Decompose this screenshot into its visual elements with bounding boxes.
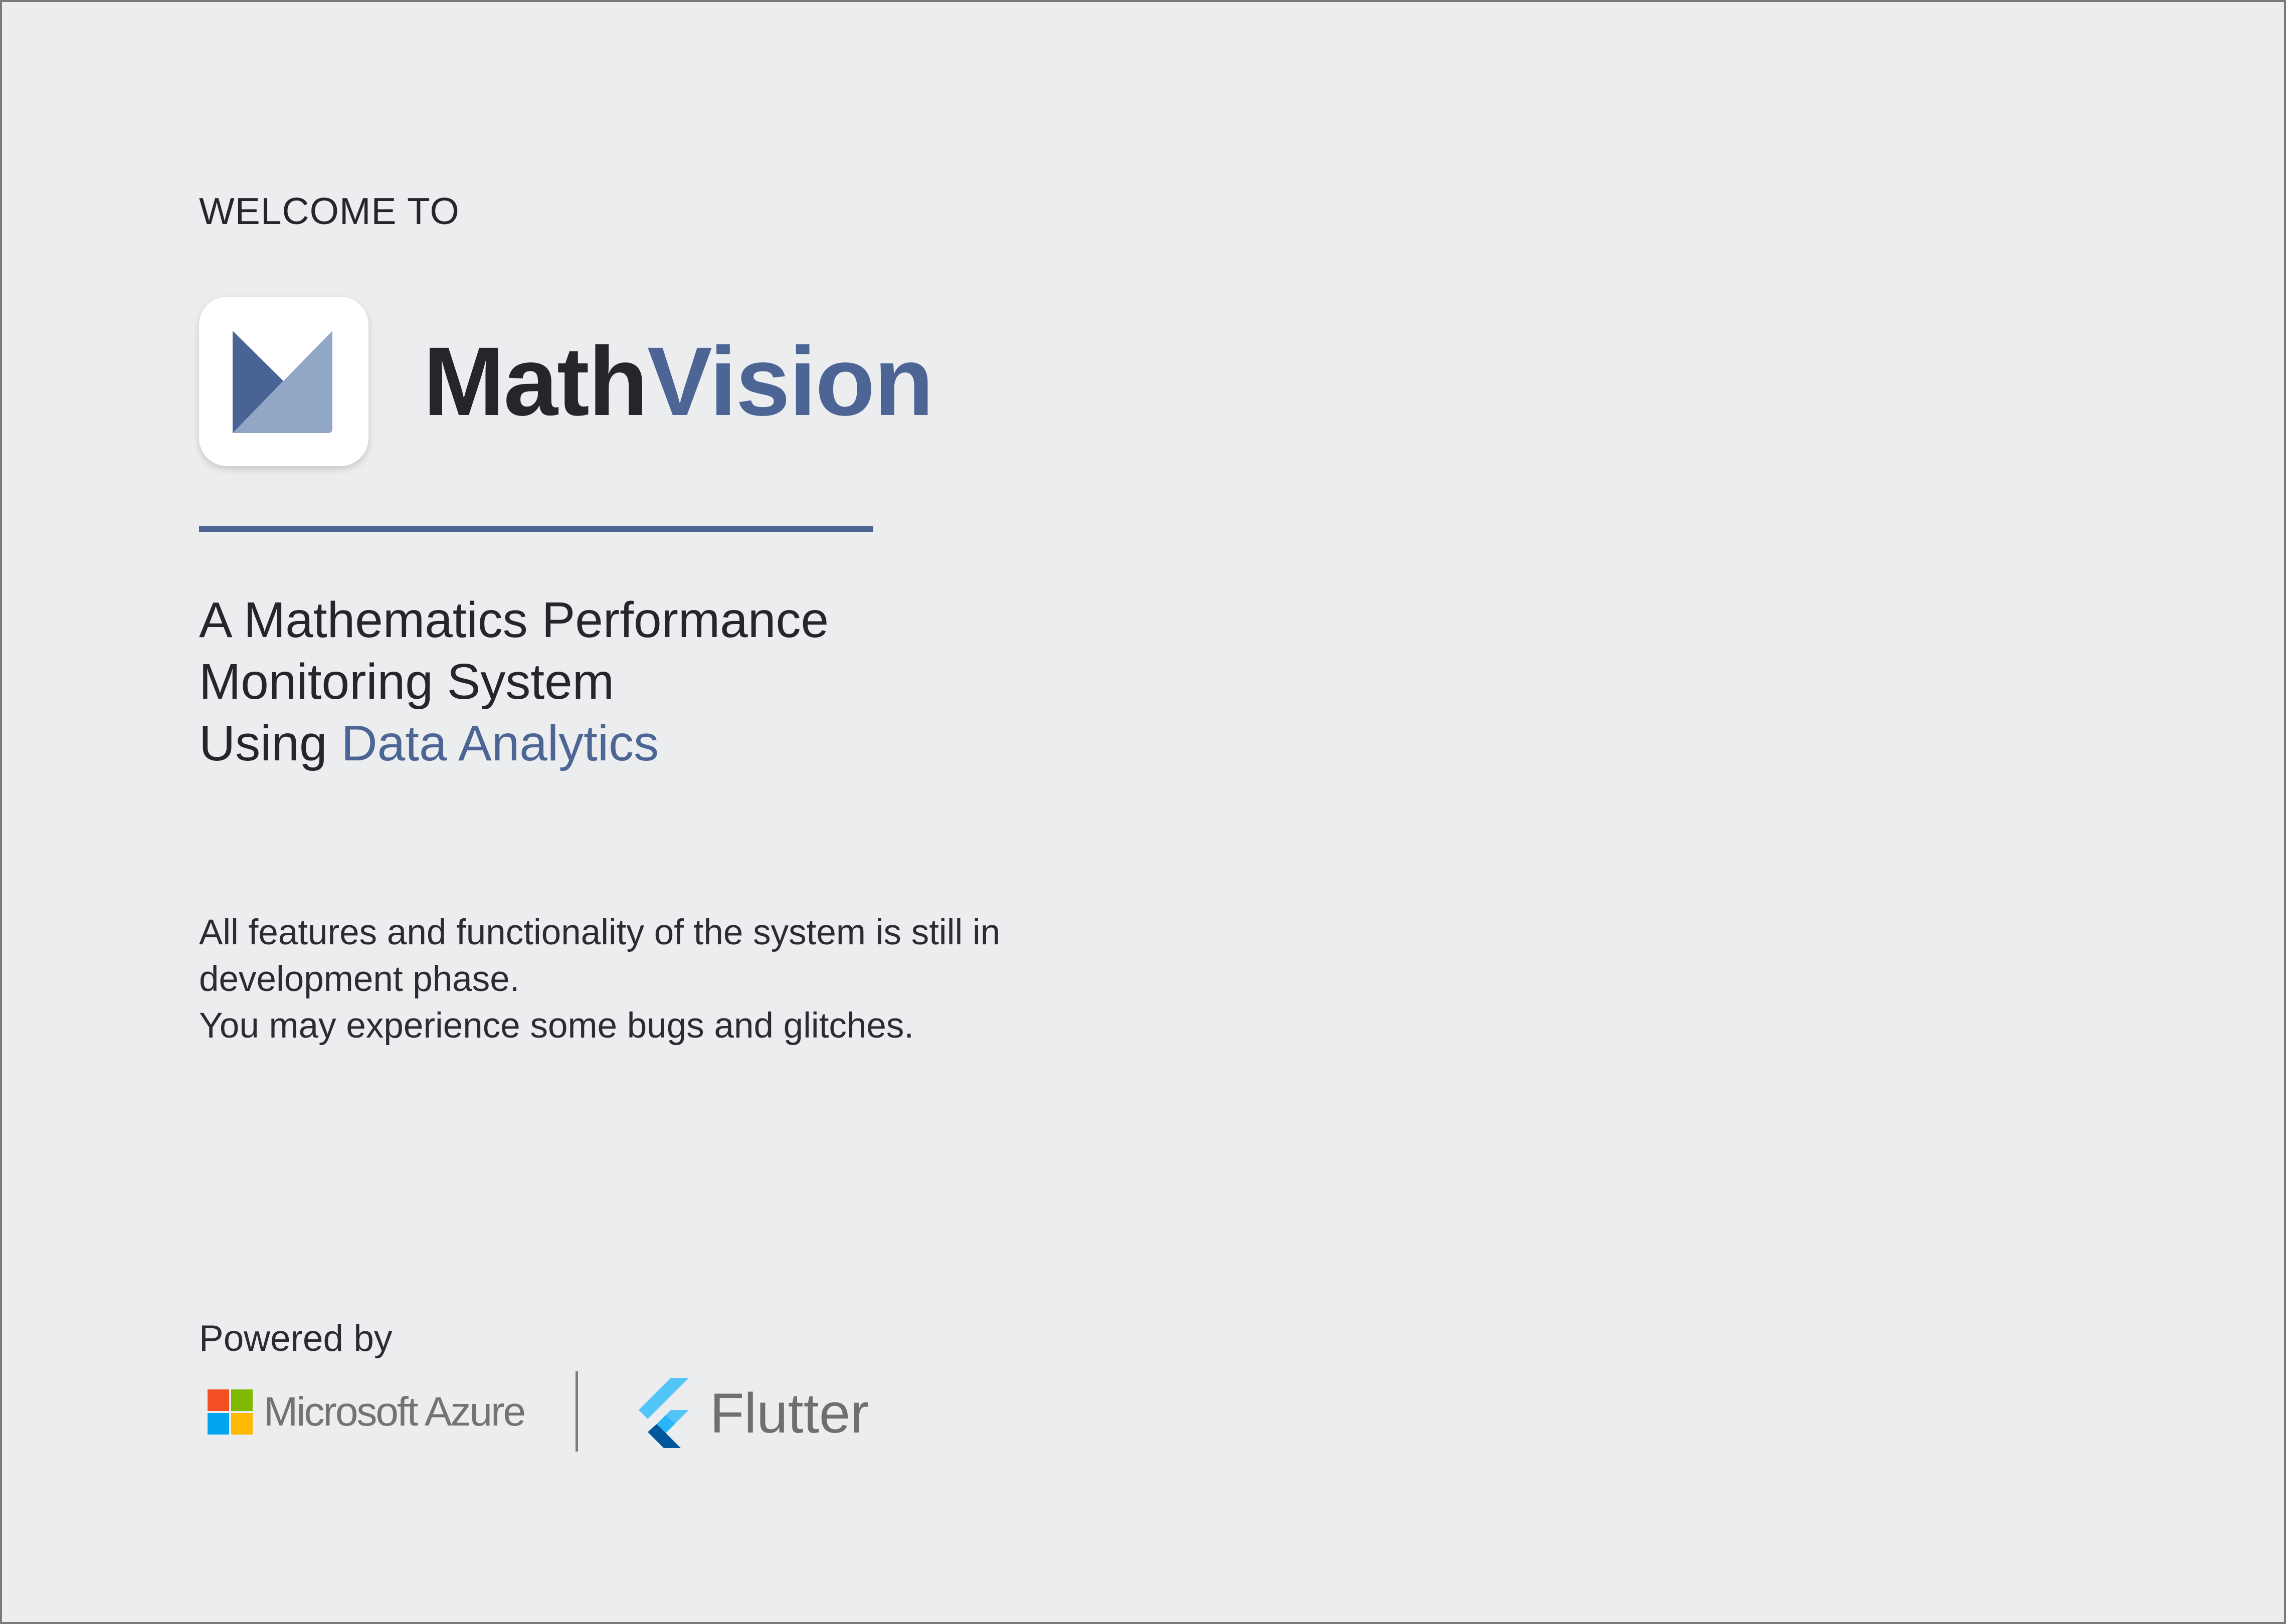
app-logo xyxy=(199,297,368,466)
flutter-logo-icon xyxy=(639,1378,689,1448)
welcome-screen: WELCOME TO MathVision A Mathematics Perf… xyxy=(0,0,2286,1624)
title-divider xyxy=(199,526,873,532)
tagline-accent: Data Analytics xyxy=(341,715,659,771)
powered-by-label: Powered by xyxy=(199,1318,393,1359)
microsoft-azure-logo: Microsoft Azure xyxy=(208,1388,526,1436)
tagline-line-2: Monitoring System xyxy=(199,654,615,710)
app-title: MathVision xyxy=(423,333,934,431)
app-title-vision: Vision xyxy=(647,327,934,436)
development-notice: All features and functionality of the sy… xyxy=(199,909,1000,1049)
tagline: A Mathematics Performance Monitoring Sys… xyxy=(199,589,829,774)
microsoft-azure-label: Microsoft Azure xyxy=(264,1389,526,1435)
mathvision-logo-icon xyxy=(233,331,333,433)
notice-line-3: You may experience some bugs and glitche… xyxy=(199,1006,914,1046)
microsoft-logo-icon xyxy=(208,1389,253,1435)
flutter-logo: Flutter xyxy=(635,1378,869,1448)
flutter-label: Flutter xyxy=(710,1381,869,1445)
provider-divider xyxy=(576,1371,578,1452)
tagline-line-3: Using Data Analytics xyxy=(199,713,829,774)
notice-line-1: All features and functionality of the sy… xyxy=(199,913,1001,952)
tagline-line-1: A Mathematics Performance xyxy=(199,592,829,648)
app-title-math: Math xyxy=(423,327,648,436)
notice-line-2: development phase. xyxy=(199,959,520,999)
welcome-label: WELCOME TO xyxy=(199,190,460,232)
tagline-prefix: Using xyxy=(199,715,327,771)
